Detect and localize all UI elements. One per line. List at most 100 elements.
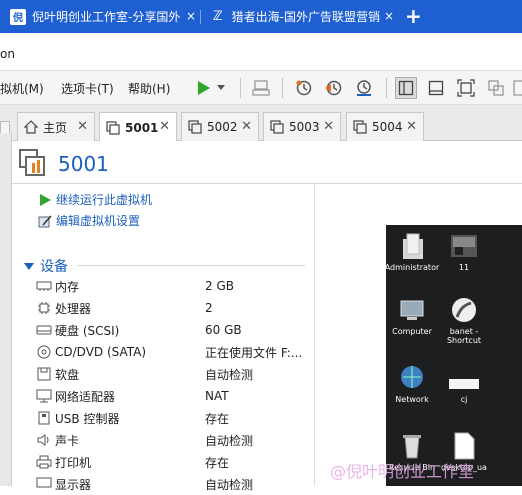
vm-title-row: 5001 (18, 147, 109, 181)
play-icon[interactable] (192, 77, 214, 99)
desktop-icon-11: 11 (436, 231, 492, 272)
device-value: 2 GB (205, 279, 234, 293)
close-icon[interactable]: ✕ (406, 119, 417, 134)
vm-icon (106, 120, 120, 135)
device-row-display[interactable]: 显示器 自动检测 (36, 473, 316, 495)
close-tab-icon[interactable]: × (384, 9, 394, 23)
address-text: on (0, 47, 15, 61)
menu-help[interactable]: 帮助(H) (128, 80, 170, 97)
network-adapter-icon (36, 389, 52, 403)
hard-disk-icon (36, 323, 52, 337)
device-row-cpu[interactable]: 处理器 2 (36, 297, 316, 319)
device-row-floppy[interactable]: 软盘 自动检测 (36, 363, 316, 385)
tab-label: 5004 (372, 120, 403, 134)
library-scrollbar[interactable] (0, 133, 12, 486)
vm-screen-preview[interactable]: Administrator 11 Computer banet - Shortc… (386, 225, 522, 486)
device-value: 正在使用文件 F:... (205, 345, 303, 360)
vm-icon (353, 120, 367, 134)
usb-icon (36, 411, 52, 425)
device-row-cd-dvd[interactable]: CD/DVD (SATA) 正在使用文件 F:... (36, 341, 316, 363)
device-value: 2 (205, 301, 213, 315)
divider (12, 183, 522, 184)
close-icon[interactable]: ✕ (241, 119, 252, 134)
power-on-link[interactable]: 继续运行此虚拟机 (38, 191, 152, 208)
network-icon (401, 366, 423, 388)
tab-label: 5003 (289, 120, 320, 134)
device-row-printer[interactable]: 打印机 存在 (36, 451, 316, 473)
cd-dvd-icon (36, 345, 52, 359)
close-icon[interactable]: ✕ (77, 119, 88, 134)
tab-5002[interactable]: 5002 ✕ (181, 112, 259, 141)
computer-icon (400, 300, 424, 320)
unity-icon[interactable] (485, 77, 507, 99)
vm-icon (188, 120, 202, 134)
sidebar-view-icon[interactable] (395, 77, 417, 99)
new-tab-button[interactable]: + (405, 4, 422, 28)
device-value: NAT (205, 389, 229, 403)
play-icon (38, 193, 52, 207)
site-favicon-icon: 倪 (10, 8, 26, 25)
action-label: 编辑虚拟机设置 (56, 214, 141, 228)
console-view-icon[interactable] (425, 77, 447, 99)
desktop-icon-banet-shortcut: banet - Shortcut (436, 295, 492, 345)
cpu-icon (36, 301, 52, 315)
browser-tab-title: 倪叶明创业工作室-分享国外 (32, 10, 181, 24)
toolbar-separator (282, 78, 283, 98)
site-favicon-icon: ℤ (212, 9, 223, 24)
shortcut-icon (452, 298, 476, 322)
floppy-icon (36, 367, 52, 381)
revert-snapshot-icon[interactable] (323, 77, 345, 99)
device-name: 声卡 (55, 433, 80, 448)
stretch-icon[interactable] (512, 77, 522, 99)
fullscreen-icon[interactable] (455, 77, 477, 99)
recycle-bin-icon (403, 435, 421, 459)
address-bar[interactable]: on (0, 33, 522, 71)
tab-5004[interactable]: 5004 ✕ (346, 112, 424, 141)
device-row-sound[interactable]: 声卡 自动检测 (36, 429, 316, 451)
memory-icon (36, 279, 52, 293)
device-name: 内存 (55, 279, 80, 294)
snapshot-icon[interactable] (293, 77, 315, 99)
vm-tab-strip: 主页 ✕ 5001 ✕ 5002 ✕ 5003 ✕ 5004 ✕ (0, 105, 522, 142)
devices-section-header[interactable]: 设备 (24, 256, 68, 276)
tab-label: 主页 (43, 120, 68, 135)
device-value: 存在 (205, 455, 230, 470)
close-tab-icon[interactable]: × (186, 9, 196, 23)
vm-logo-icon (18, 148, 48, 181)
device-row-usb[interactable]: USB 控制器 存在 (36, 407, 316, 429)
watermark: @倪叶明创业工作室 (330, 462, 475, 481)
section-title: 设备 (40, 259, 68, 275)
menu-tabs[interactable]: 选项卡(T) (61, 80, 114, 97)
close-icon[interactable]: ✕ (323, 119, 334, 134)
desktop-icon-network: Network (386, 363, 440, 404)
tab-home[interactable]: 主页 ✕ (17, 112, 95, 141)
toolbar-separator (240, 78, 241, 98)
text-file-icon (449, 379, 479, 389)
collapse-icon (24, 262, 34, 270)
menu-vm[interactable]: 拟机(M) (0, 80, 44, 97)
vmware-toolbar: 拟机(M) 选项卡(T) 帮助(H) (0, 71, 522, 105)
browser-tab-1[interactable]: 倪 倪叶明创业工作室-分享国外 (10, 4, 190, 29)
send-ctrl-alt-del-icon[interactable] (250, 77, 272, 99)
device-value: 自动检测 (205, 477, 254, 492)
device-name: CD/DVD (SATA) (55, 345, 147, 359)
browser-tab-title: 猎者出海-国外广告联盟营销 (231, 10, 380, 24)
device-row-memory[interactable]: 内存 2 GB (36, 275, 316, 297)
tab-label: 5001 (125, 120, 159, 135)
device-name: 网络适配器 (55, 389, 116, 404)
tab-5001[interactable]: 5001 ✕ (99, 112, 177, 142)
edit-settings-link[interactable]: 编辑虚拟机设置 (38, 212, 140, 229)
browser-tab-2[interactable]: ℤ 猎者出海-国外广告联盟营销 (210, 4, 380, 29)
dropdown-arrow-icon[interactable] (214, 77, 228, 99)
browser-tab-bar: 倪 倪叶明创业工作室-分享国外 × ℤ 猎者出海-国外广告联盟营销 × + (0, 0, 522, 33)
tab-5003[interactable]: 5003 ✕ (263, 112, 341, 141)
device-value: 60 GB (205, 323, 242, 337)
device-row-network[interactable]: 网络适配器 NAT (36, 385, 316, 407)
sound-card-icon (36, 433, 52, 447)
device-name: 显示器 (55, 477, 92, 492)
device-name: 软盘 (55, 367, 80, 382)
device-name: USB 控制器 (55, 411, 120, 426)
device-row-hard-disk[interactable]: 硬盘 (SCSI) 60 GB (36, 319, 316, 341)
close-icon[interactable]: ✕ (159, 119, 170, 134)
snapshot-manager-icon[interactable] (353, 77, 375, 99)
